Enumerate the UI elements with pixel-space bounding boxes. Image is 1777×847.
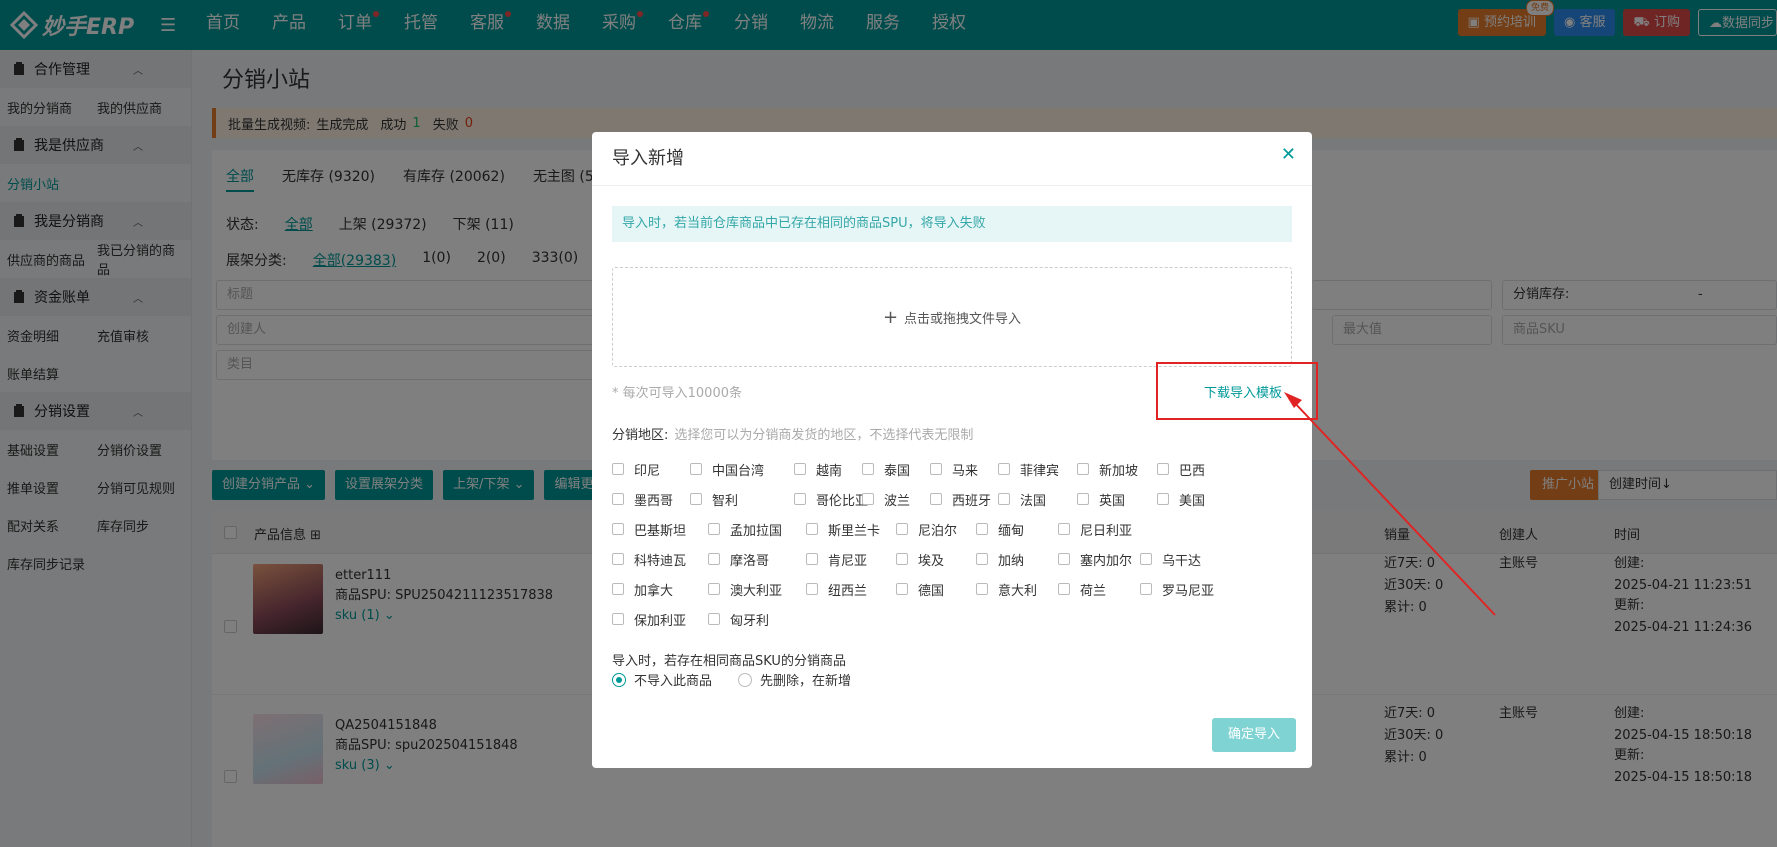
annotation-arrow-icon bbox=[1284, 392, 1496, 616]
